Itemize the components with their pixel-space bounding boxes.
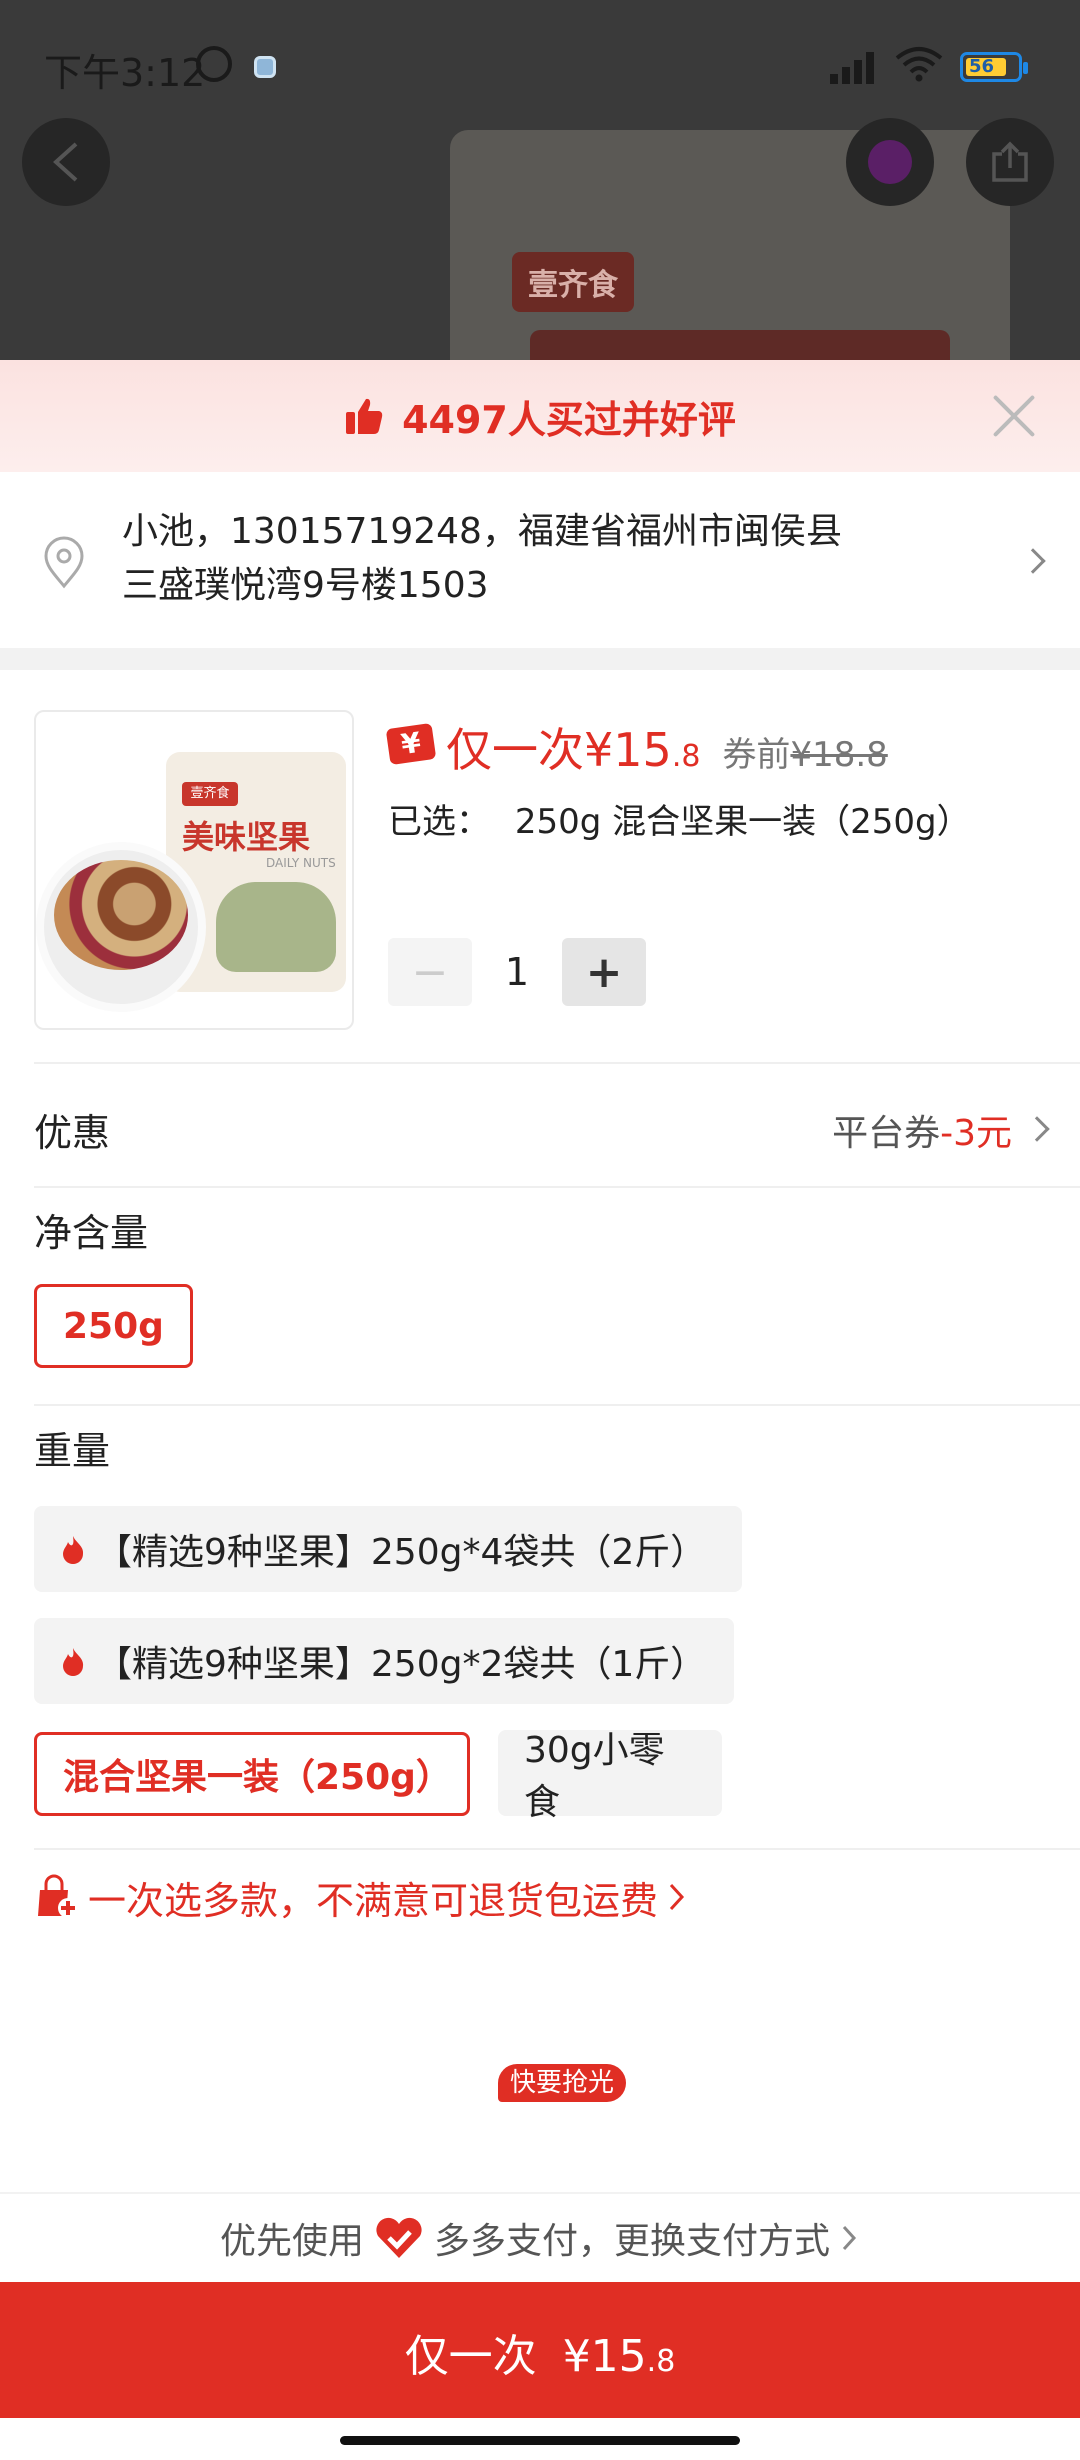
live-icon [868,140,912,184]
back-arrow-icon [53,142,78,182]
sku-selection-sheet: 4497人买过并好评 小池，13015719248，福建省福州市闽侯县 三盛璞悦… [0,360,1080,2460]
net-weight-title: 净含量 [34,1211,149,1255]
background-brand-logo: 壹齐食 [512,252,634,312]
battery-icon: 56 [960,52,1028,82]
divider [34,1062,1080,1064]
original-price-value: ¥18.8 [790,735,888,775]
buy-button-label: 仅一次 [404,2331,537,2382]
buy-button-price-decimal: .8 [646,2344,676,2379]
buy-button[interactable]: 仅一次 ¥15 .8 [0,2282,1080,2418]
payment-text: 多多支付，更换支付方式 [434,2221,831,2262]
shipping-address[interactable]: 小池，13015719248，福建省福州市闽侯县 三盛璞悦湾9号楼1503 [0,472,1080,648]
bag-subtitle: DAILY NUTS [266,856,336,870]
quantity-value[interactable]: 1 [472,950,562,994]
share-button[interactable] [966,118,1054,206]
discount-value: 平台券-3元 [832,1104,1012,1156]
weight-option-single-pack[interactable]: 混合坚果一装（250g） [34,1732,470,1816]
price-label: 仅一次 [446,723,584,777]
review-banner: 4497人买过并好评 [0,360,1080,472]
decrease-button[interactable]: − [388,938,472,1006]
weight-option-30g-snack[interactable]: 30g小零食 [498,1730,722,1823]
address-line-2: 三盛璞悦湾9号楼1503 [122,565,489,606]
location-pin-icon [44,536,84,589]
chevron-right-icon [1020,548,1046,574]
weight-option-4-bags[interactable]: 【精选9种坚果】250g*4袋共（2斤） [34,1506,742,1592]
duoduo-pay-icon [376,2217,422,2258]
bag-brand-label: 壹齐食 [182,782,238,806]
alarm-icon [196,46,232,82]
selected-spec: 已选： 250g 混合坚果一装（250g） [388,794,971,843]
net-weight-option-250g[interactable]: 250g [34,1284,193,1368]
price-row: ¥ 仅一次 ¥15 .8 券前¥18.8 [385,714,888,777]
discount-label: 优惠 [34,1111,111,1155]
weight-option-2-bags[interactable]: 【精选9种坚果】250g*2袋共（1斤） [34,1618,734,1704]
review-count-text: 4497人买过并好评 [402,397,736,442]
product-image[interactable]: 壹齐食 美味坚果 DAILY NUTS [34,710,354,1030]
back-button[interactable] [22,118,110,206]
live-button[interactable] [846,118,934,206]
coupon-icon: ¥ [385,722,437,766]
discount-type: 平台券 [832,1113,941,1154]
divider [34,1186,1080,1188]
thumbs-up-icon [346,398,383,434]
payment-prefix: 优先使用 [219,2221,364,2262]
original-price-prefix: 券前 [722,735,791,775]
product-summary: 壹齐食 美味坚果 DAILY NUTS ¥ 仅一次 ¥15 .8 券前¥18.8… [0,670,1080,1050]
nut-bowl-graphic [36,842,206,1012]
signal-icon [830,50,884,84]
selected-value: 250g 混合坚果一装（250g） [514,802,971,842]
chevron-right-icon [1024,1116,1050,1142]
wifi-icon [895,46,943,91]
selling-out-badge: 快要抢光 [498,2064,627,2102]
app-notification-icon [254,56,276,78]
buy-button-price: ¥15 [562,2331,647,2382]
section-divider [0,648,1080,670]
divider [34,1404,1080,1406]
bag-nuts-graphic [216,882,336,972]
return-promo-link[interactable]: 一次选多款，不满意可退货包运费 [34,1872,688,1923]
increase-button[interactable]: + [562,938,646,1006]
status-time: 下午3:12 [44,51,206,95]
chevron-right-icon [669,1883,685,1911]
discount-row[interactable]: 优惠 平台券-3元 [0,1066,1080,1188]
address-line-1: 小池，13015719248，福建省福州市闽侯县 [122,511,842,552]
weight-title: 重量 [34,1429,111,1473]
status-bar: 下午3:12 56 [0,0,1080,130]
discount-amount: -3元 [940,1113,1012,1154]
share-icon [992,141,1028,182]
selected-label: 已选： [388,802,490,842]
chevron-right-icon [842,2225,857,2251]
shopping-bag-icon [38,1874,78,1918]
price-main: ¥15 [584,723,672,777]
bag-product-name: 美味坚果 [182,818,311,856]
payment-method-row[interactable]: 优先使用 多多支付，更换支付方式 [0,2192,1080,2282]
price-decimal: .8 [671,739,701,774]
home-indicator[interactable] [340,2436,740,2445]
fire-icon [63,1536,84,1564]
original-price: 券前¥18.8 [722,727,887,776]
fire-icon [63,1648,84,1676]
background-page: 壹齐食 下午3:12 56 [0,0,1080,380]
quantity-stepper: − 1 + [388,938,646,1006]
weight-option-label: 【精选9种坚果】250g*4袋共（2斤） [96,1532,707,1573]
promo-text: 一次选多款，不满意可退货包运费 [88,1878,659,1923]
close-icon[interactable] [986,388,1042,444]
weight-option-label: 【精选9种坚果】250g*2袋共（1斤） [96,1644,707,1685]
divider [34,1848,1080,1850]
battery-level: 56 [969,56,995,77]
